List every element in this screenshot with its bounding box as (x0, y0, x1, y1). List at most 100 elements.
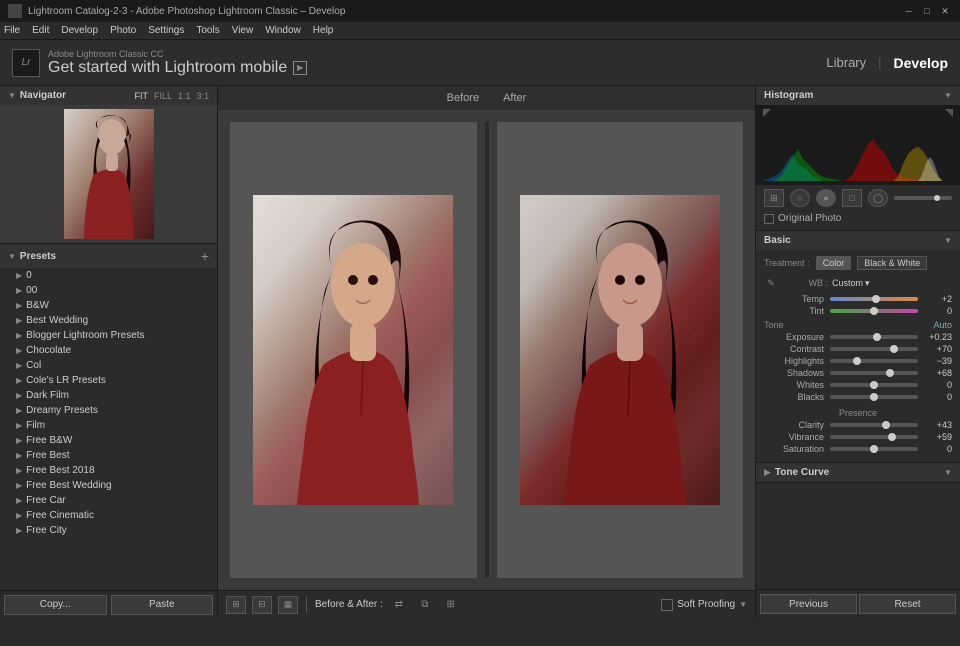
preset-item[interactable]: ▶Dark Film (0, 388, 217, 403)
previous-button[interactable]: Previous (760, 594, 857, 614)
saturation-slider-thumb[interactable] (870, 445, 878, 453)
highlights-slider-thumb[interactable] (853, 357, 861, 365)
contrast-slider-track[interactable] (830, 347, 918, 351)
menu-file[interactable]: File (4, 25, 20, 36)
presets-add-button[interactable]: + (201, 248, 209, 264)
menubar: File Edit Develop Photo Settings Tools V… (0, 22, 960, 40)
vibrance-slider-thumb[interactable] (888, 433, 896, 441)
clarity-slider-thumb[interactable] (882, 421, 890, 429)
hist-icon-circle-filled[interactable]: ● (816, 189, 836, 207)
histogram-header[interactable]: Histogram ▼ (756, 86, 960, 105)
preset-label: Film (26, 420, 45, 431)
hist-icon-square[interactable]: □ (842, 189, 862, 207)
layout-options[interactable]: ⊞ (441, 596, 461, 614)
menu-window[interactable]: Window (265, 25, 301, 36)
vibrance-slider-track[interactable] (830, 435, 918, 439)
exposure-slider-row: Exposure +0.23 (764, 332, 952, 342)
menu-photo[interactable]: Photo (110, 25, 136, 36)
preset-arrow: ▶ (16, 406, 22, 415)
saturation-slider-track[interactable] (830, 447, 918, 451)
reset-button[interactable]: Reset (859, 594, 956, 614)
preset-item[interactable]: ▶Film (0, 418, 217, 433)
bw-button[interactable]: Black & White (857, 256, 927, 270)
window-controls[interactable]: ─ □ ✕ (902, 4, 952, 18)
preset-item[interactable]: ▶Free Best Wedding (0, 478, 217, 493)
menu-settings[interactable]: Settings (148, 25, 184, 36)
exposure-slider-thumb[interactable] (873, 333, 881, 341)
copy-button[interactable]: Copy... (4, 595, 107, 615)
menu-tools[interactable]: Tools (196, 25, 219, 36)
preset-item[interactable]: ▶Cole's LR Presets (0, 373, 217, 388)
exposure-slider-track[interactable] (830, 335, 918, 339)
soft-proofing-dropdown[interactable]: ▼ (739, 600, 747, 609)
menu-edit[interactable]: Edit (32, 25, 49, 36)
swap-before-after[interactable]: ⇄ (389, 596, 409, 614)
menu-develop[interactable]: Develop (61, 25, 98, 36)
preset-item[interactable]: ▶Blogger Lightroom Presets (0, 328, 217, 343)
contrast-slider-thumb[interactable] (890, 345, 898, 353)
tone-curve-header[interactable]: ▶ Tone Curve ▼ (756, 463, 960, 482)
preset-label: Blogger Lightroom Presets (26, 330, 144, 341)
hist-icon-circle2[interactable]: ◯ (868, 189, 888, 207)
shadows-slider-thumb[interactable] (886, 369, 894, 377)
nav-1-1[interactable]: 1:1 (178, 91, 191, 101)
whites-slider-thumb[interactable] (870, 381, 878, 389)
compare-view-button[interactable]: ⊟ (252, 596, 272, 614)
presets-list[interactable]: ▶0▶00▶B&W▶Best Wedding▶Blogger Lightroom… (0, 268, 217, 590)
survey-view-button[interactable]: ▦ (278, 596, 298, 614)
highlights-slider-track[interactable] (830, 359, 918, 363)
preset-item[interactable]: ▶Dreamy Presets (0, 403, 217, 418)
basic-panel-header[interactable]: Basic ▼ (756, 231, 960, 250)
right-panel: Histogram ▼ (755, 86, 960, 618)
tint-slider-thumb[interactable] (870, 307, 878, 315)
preset-item[interactable]: ▶B&W (0, 298, 217, 313)
blacks-slider-track[interactable] (830, 395, 918, 399)
preset-item[interactable]: ▶Chocolate (0, 343, 217, 358)
develop-link[interactable]: Develop (894, 55, 948, 71)
preset-item[interactable]: ▶Free City (0, 523, 217, 538)
nav-fill[interactable]: FILL (154, 91, 172, 101)
preset-item[interactable]: ▶Best Wedding (0, 313, 217, 328)
contrast-value: +70 (920, 344, 952, 354)
shadows-slider-track[interactable] (830, 371, 918, 375)
wb-dropdown[interactable]: Custom ▾ (832, 278, 870, 289)
maximize-button[interactable]: □ (920, 4, 934, 18)
menu-help[interactable]: Help (313, 25, 334, 36)
eyedropper-icon[interactable]: ✎ (764, 276, 778, 290)
preset-item[interactable]: ▶Free Cinematic (0, 508, 217, 523)
preset-item[interactable]: ▶Free B&W (0, 433, 217, 448)
soft-proofing-checkbox[interactable] (661, 599, 673, 611)
original-photo-checkbox[interactable] (764, 214, 774, 224)
menu-view[interactable]: View (232, 25, 254, 36)
paste-button[interactable]: Paste (111, 595, 214, 615)
auto-button[interactable]: Auto (933, 320, 952, 330)
blacks-slider-thumb[interactable] (870, 393, 878, 401)
library-link[interactable]: Library (826, 55, 866, 70)
nav-fit[interactable]: FIT (134, 91, 148, 101)
vibrance-value: +59 (920, 432, 952, 442)
preset-item[interactable]: ▶0 (0, 268, 217, 283)
temp-slider-track[interactable] (830, 297, 918, 301)
grid-view-button[interactable]: ⊞ (226, 596, 246, 614)
nav-3-1[interactable]: 3:1 (196, 91, 209, 101)
hist-icon-grid[interactable]: ⊞ (764, 189, 784, 207)
whites-slider-track[interactable] (830, 383, 918, 387)
header-subtitle: Adobe Lightroom Classic CC (48, 49, 307, 59)
preset-item[interactable]: ▶Free Car (0, 493, 217, 508)
tint-slider-track[interactable] (830, 309, 918, 313)
hist-icon-circle[interactable]: ○ (790, 189, 810, 207)
copy-settings[interactable]: ⧉ (415, 596, 435, 614)
play-button[interactable]: ▶ (293, 61, 307, 75)
color-button[interactable]: Color (816, 256, 852, 270)
before-after-label: Before & After : (315, 599, 383, 610)
preset-item[interactable]: ▶Free Best 2018 (0, 463, 217, 478)
preset-arrow: ▶ (16, 301, 22, 310)
close-button[interactable]: ✕ (938, 4, 952, 18)
temp-slider-thumb[interactable] (872, 295, 880, 303)
histogram-icons-row: ⊞ ○ ● □ ◯ (756, 185, 960, 211)
preset-item[interactable]: ▶00 (0, 283, 217, 298)
preset-item[interactable]: ▶Col (0, 358, 217, 373)
preset-item[interactable]: ▶Free Best (0, 448, 217, 463)
clarity-slider-track[interactable] (830, 423, 918, 427)
minimize-button[interactable]: ─ (902, 4, 916, 18)
